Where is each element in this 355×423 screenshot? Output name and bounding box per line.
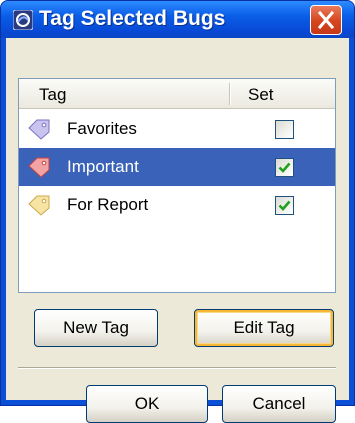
app-icon (12, 9, 34, 31)
close-icon (311, 10, 341, 38)
column-header-tag[interactable]: Tag (39, 85, 66, 105)
set-checkbox[interactable] (275, 196, 294, 215)
table-header: Tag Set (19, 79, 335, 109)
column-divider[interactable] (229, 83, 231, 105)
column-header-set[interactable]: Set (248, 85, 274, 105)
tag-table: Tag Set Favorites Important For Report (18, 78, 336, 293)
ok-button[interactable]: OK (86, 385, 208, 423)
edit-tag-button[interactable]: Edit Tag (194, 309, 334, 347)
dialog-body: Tag Set Favorites Important For Report N… (6, 38, 349, 423)
dialog-window: Tag Selected Bugs Tag Set Favorites Impo… (0, 0, 355, 423)
tag-label: Important (67, 157, 139, 176)
new-tag-button[interactable]: New Tag (34, 309, 158, 347)
table-row-favorites[interactable]: Favorites (19, 110, 335, 148)
divider (18, 367, 336, 369)
cancel-button[interactable]: Cancel (222, 385, 336, 423)
tag-label: Favorites (67, 119, 137, 138)
table-row-for-report[interactable]: For Report (19, 186, 335, 224)
tag-icon (27, 118, 51, 140)
table-row-important[interactable]: Important (19, 148, 335, 186)
title-bar[interactable]: Tag Selected Bugs (1, 1, 354, 38)
checkmark-icon (278, 162, 291, 173)
checkmark-icon (278, 200, 291, 211)
set-checkbox[interactable] (275, 120, 294, 139)
tag-label: For Report (67, 195, 149, 214)
close-button[interactable] (310, 5, 342, 35)
window-title: Tag Selected Bugs (39, 7, 226, 30)
set-checkbox[interactable] (275, 158, 294, 177)
tag-icon (27, 194, 51, 216)
tag-icon (27, 156, 51, 178)
